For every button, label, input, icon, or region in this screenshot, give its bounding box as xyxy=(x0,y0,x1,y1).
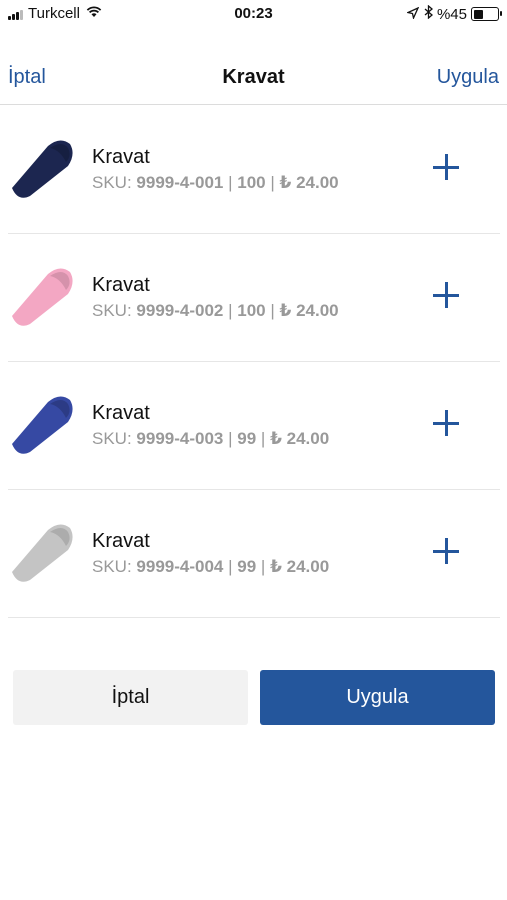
stock-value: 99 xyxy=(237,557,257,576)
product-list: Kravat SKU: 9999-4-001 | 100 | ₺ 24.00 K… xyxy=(8,106,500,618)
battery-icon xyxy=(471,7,502,21)
sku-value: 9999-4-003 xyxy=(136,429,224,448)
price-value: ₺ 24.00 xyxy=(279,173,339,192)
sku-value: 9999-4-001 xyxy=(136,173,224,192)
list-item: Kravat SKU: 9999-4-004 | 99 | ₺ 24.00 xyxy=(8,490,500,618)
tie-image xyxy=(12,524,73,582)
status-right: %45 xyxy=(405,4,502,23)
battery-level xyxy=(473,9,483,19)
stock-value: 99 xyxy=(237,429,257,448)
product-name: Kravat xyxy=(92,274,150,296)
stock-value: 100 xyxy=(237,301,266,320)
list-item: Kravat SKU: 9999-4-001 | 100 | ₺ 24.00 xyxy=(8,106,500,234)
sku-value: 9999-4-002 xyxy=(136,301,224,320)
tie-image xyxy=(12,396,73,454)
apply-button[interactable]: Uygula xyxy=(260,670,495,725)
add-icon[interactable] xyxy=(433,410,459,436)
sku-label: SKU: xyxy=(92,557,132,576)
cancel-button[interactable]: İptal xyxy=(13,670,248,725)
add-icon[interactable] xyxy=(433,282,459,308)
product-name: Kravat xyxy=(92,146,150,168)
nav-apply-button[interactable]: Uygula xyxy=(437,66,499,89)
add-icon[interactable] xyxy=(433,538,459,564)
price-value: ₺ 24.00 xyxy=(270,429,330,448)
product-meta: SKU: 9999-4-004 | 99 | ₺ 24.00 xyxy=(92,557,330,576)
add-icon[interactable] xyxy=(433,154,459,180)
page-title: Kravat xyxy=(222,66,285,88)
stock-value: 100 xyxy=(237,173,266,192)
price-value: ₺ 24.00 xyxy=(270,557,330,576)
tie-image xyxy=(12,140,73,198)
product-picker-screen: Turkcell 00:23 %45 İptal Kravat Uygula K… xyxy=(0,0,507,900)
product-name: Kravat xyxy=(92,530,150,552)
list-item: Kravat SKU: 9999-4-002 | 100 | ₺ 24.00 xyxy=(8,234,500,362)
list-item: Kravat SKU: 9999-4-003 | 99 | ₺ 24.00 xyxy=(8,362,500,490)
sku-value: 9999-4-004 xyxy=(136,557,224,576)
product-meta: SKU: 9999-4-003 | 99 | ₺ 24.00 xyxy=(92,429,330,448)
status-bar: Turkcell 00:23 %45 xyxy=(0,0,507,28)
bluetooth-icon xyxy=(424,4,433,23)
sku-label: SKU: xyxy=(92,301,132,320)
battery-percent: %45 xyxy=(436,5,467,23)
navigation-bar: İptal Kravat Uygula xyxy=(0,56,507,105)
product-meta: SKU: 9999-4-002 | 100 | ₺ 24.00 xyxy=(92,301,339,320)
location-icon xyxy=(405,6,420,23)
sku-label: SKU: xyxy=(92,429,132,448)
price-value: ₺ 24.00 xyxy=(279,301,339,320)
tie-image xyxy=(12,268,73,326)
sku-label: SKU: xyxy=(92,173,132,192)
product-meta: SKU: 9999-4-001 | 100 | ₺ 24.00 xyxy=(92,173,339,192)
product-name: Kravat xyxy=(92,402,150,424)
